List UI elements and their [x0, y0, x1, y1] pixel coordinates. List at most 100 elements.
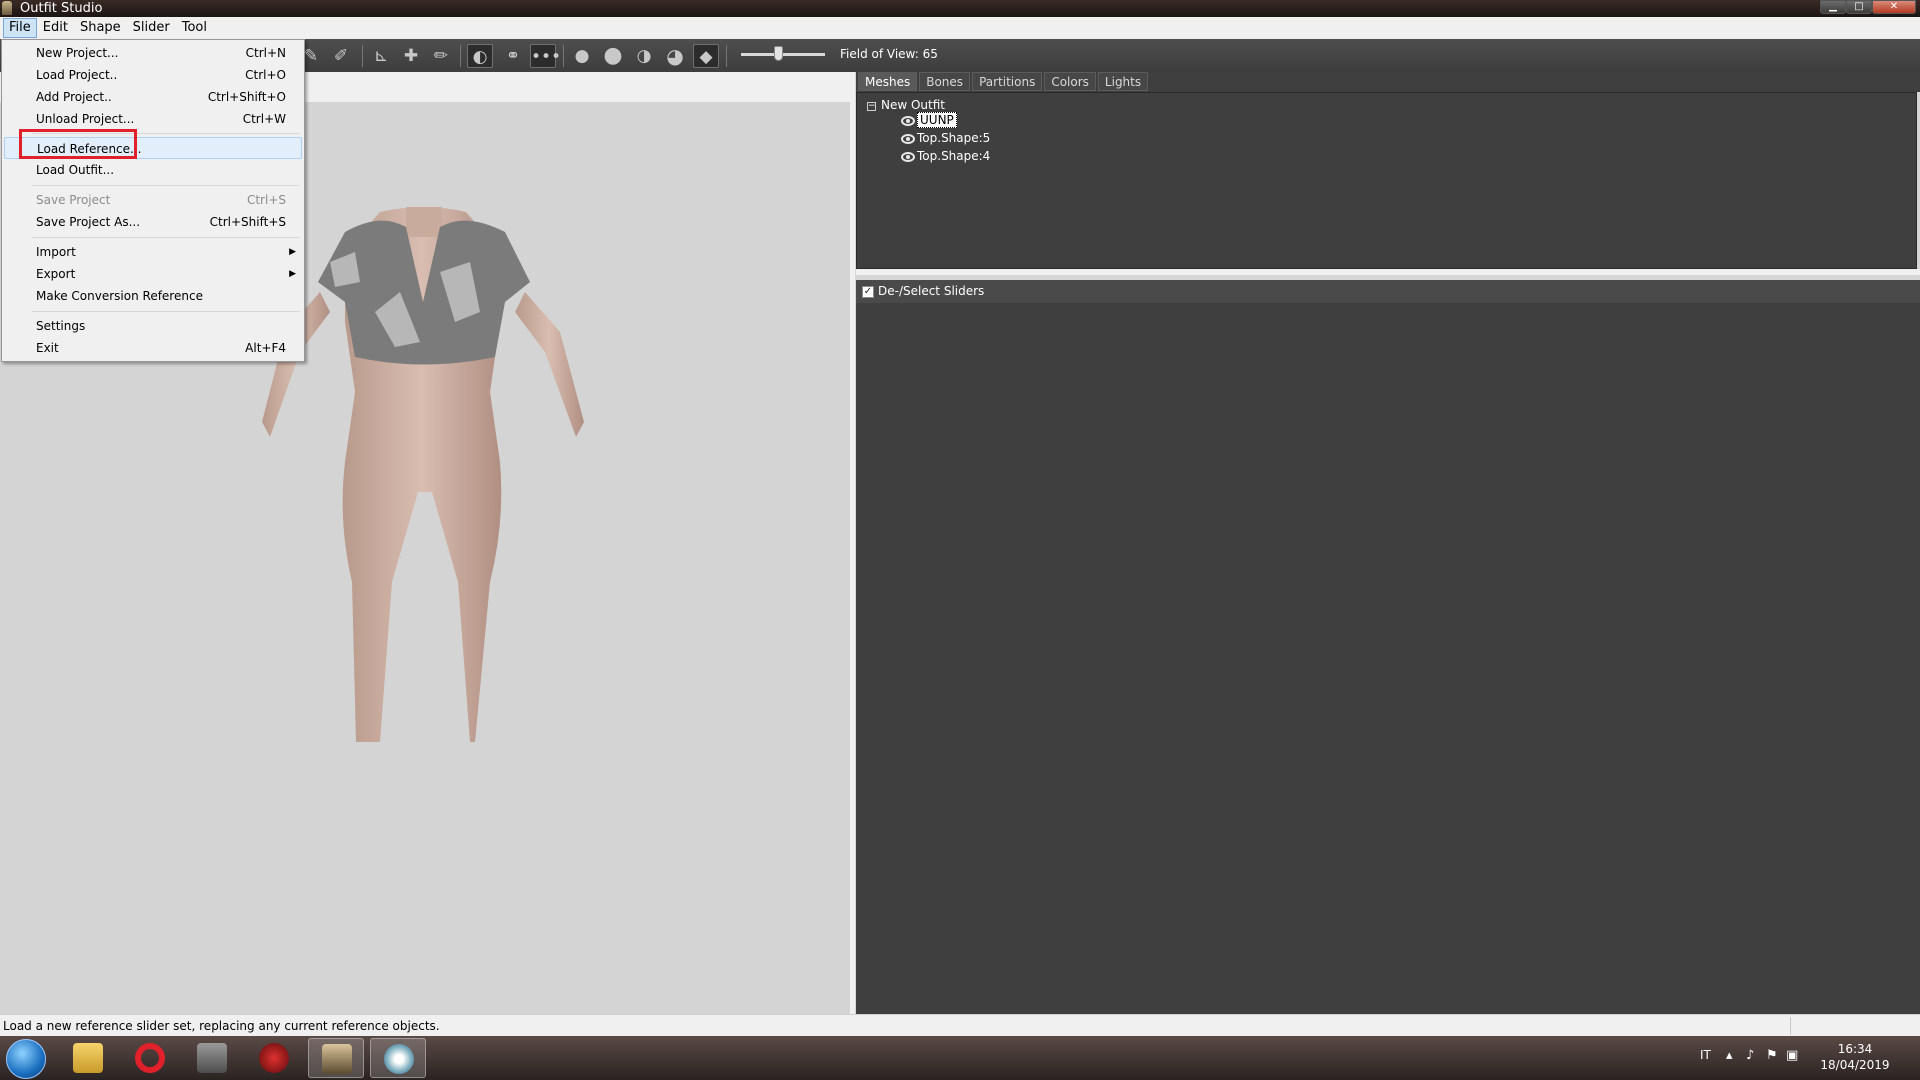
- volume-icon[interactable]: ♪: [1746, 1048, 1754, 1063]
- tree-item-mesh[interactable]: UUNP: [901, 112, 957, 128]
- menu-file[interactable]: File: [3, 18, 37, 38]
- menu-item-settings[interactable]: Settings: [4, 315, 302, 337]
- taskbar-outfit-studio[interactable]: [308, 1038, 364, 1078]
- pen-tool[interactable]: ✐: [328, 44, 354, 68]
- menu-item-shortcut: Ctrl+S: [246, 193, 286, 207]
- tab-meshes[interactable]: Meshes: [858, 72, 918, 91]
- axis-icon: ⊾: [373, 46, 389, 66]
- dots-icon: •••: [531, 47, 562, 67]
- menu-item-load-project[interactable]: Load Project.. Ctrl+O: [4, 64, 302, 86]
- menu-item-label: Unload Project...: [36, 112, 135, 126]
- vertex-edit-tool[interactable]: ✏: [428, 44, 454, 68]
- taskbar-opera[interactable]: [122, 1038, 178, 1078]
- eye-icon[interactable]: [901, 151, 915, 162]
- clock[interactable]: 16:34 18/04/2019: [1820, 1041, 1890, 1073]
- opera-icon: [135, 1043, 165, 1073]
- pin-icon: ✚: [403, 46, 419, 66]
- language-indicator[interactable]: IT: [1700, 1048, 1711, 1062]
- tree-root[interactable]: New Outfit: [881, 97, 945, 113]
- menu-separator: [32, 185, 300, 186]
- tree-item-mesh[interactable]: Top.Shape:4: [901, 148, 990, 164]
- menu-edit[interactable]: Edit: [37, 18, 74, 38]
- menu-item-label: Exit: [36, 341, 59, 355]
- app-icon: [259, 1043, 289, 1073]
- tree-item-mesh[interactable]: Top.Shape:5: [901, 130, 990, 146]
- half-dot-icon: ◑: [636, 46, 652, 66]
- menu-item-save-project[interactable]: Save Project Ctrl+S: [4, 189, 302, 211]
- menu-shape[interactable]: Shape: [74, 18, 127, 38]
- menu-item-label: Load Outfit...: [36, 163, 115, 177]
- fov-slider-thumb[interactable]: [774, 46, 783, 61]
- menu-slider[interactable]: Slider: [127, 18, 176, 38]
- menu-item-label: Save Project As...: [36, 215, 141, 229]
- tab-lights[interactable]: Lights: [1097, 72, 1149, 91]
- full-dot-icon: ◕: [666, 44, 684, 68]
- cube-icon: ◆: [699, 47, 713, 67]
- system-tray: IT ▴ ♪ ⚑ ▣ 16:34 18/04/2019: [1700, 1036, 1900, 1080]
- x-mirror-toggle[interactable]: ◐: [467, 44, 493, 68]
- global-brush-toggle[interactable]: •••: [530, 44, 562, 68]
- file-menu-dropdown: New Project... Ctrl+N Load Project.. Ctrl+…: [1, 39, 305, 362]
- taskbar-paint[interactable]: [370, 1038, 426, 1078]
- tree-root-label: New Outfit: [881, 98, 946, 112]
- menu-item-import[interactable]: Import ▶: [4, 241, 302, 263]
- brush-size-small[interactable]: ●: [569, 44, 595, 68]
- collapse-icon[interactable]: −: [867, 102, 876, 111]
- connected-icon: ⚭: [505, 46, 521, 66]
- toolbar-separator: [563, 45, 564, 67]
- mesh-tree: − New Outfit UUNP Top.Shape:5 Top.Shape:…: [856, 92, 1917, 269]
- transform-tool[interactable]: ⊾: [368, 44, 394, 68]
- menu-bar: File Edit Shape Slider Tool: [0, 17, 1920, 39]
- toolbar-separator: [362, 45, 363, 67]
- pivot-tool[interactable]: ✚: [398, 44, 424, 68]
- film-icon: [197, 1043, 227, 1073]
- brush-strength-high[interactable]: ◕: [662, 44, 688, 68]
- menu-item-load-outfit[interactable]: Load Outfit...: [4, 159, 302, 181]
- menu-item-shortcut: Ctrl+Shift+S: [209, 215, 286, 229]
- maximize-button[interactable]: □: [1846, 0, 1872, 14]
- tab-partitions[interactable]: Partitions: [972, 72, 1043, 91]
- submenu-arrow-icon: ▶: [289, 269, 296, 279]
- toolbar-separator: [460, 45, 461, 67]
- status-bar: Load a new reference slider set, replaci…: [0, 1014, 1920, 1036]
- app-icon: [2, 1, 12, 15]
- start-button[interactable]: [6, 1039, 46, 1079]
- menu-item-exit[interactable]: Exit Alt+F4: [4, 337, 302, 359]
- eye-icon[interactable]: [901, 115, 915, 126]
- small-dot-icon: ●: [574, 46, 590, 66]
- brush-strength-low[interactable]: ◑: [631, 44, 657, 68]
- taskbar-app[interactable]: [246, 1038, 302, 1078]
- brush-size-medium[interactable]: ●: [600, 44, 626, 68]
- network-icon[interactable]: ▣: [1786, 1048, 1798, 1063]
- clock-date: 18/04/2019: [1820, 1058, 1890, 1072]
- large-dot-icon: ●: [603, 43, 623, 68]
- menu-item-shortcut: Alt+F4: [245, 341, 286, 355]
- window-title: Outfit Studio: [20, 1, 103, 16]
- menu-item-export[interactable]: Export ▶: [4, 263, 302, 285]
- view-shaded-toggle[interactable]: ◆: [693, 44, 719, 68]
- taskbar-media[interactable]: [184, 1038, 240, 1078]
- tray-expand-icon[interactable]: ▴: [1726, 1048, 1733, 1063]
- menu-item-add-project[interactable]: Add Project.. Ctrl+Shift+O: [4, 86, 302, 108]
- flag-icon[interactable]: ⚑: [1766, 1048, 1778, 1063]
- panel-divider: [856, 269, 1920, 275]
- fov-slider-track[interactable]: [741, 53, 825, 56]
- menu-item-new-project[interactable]: New Project... Ctrl+N: [4, 42, 302, 64]
- close-button[interactable]: ✕: [1872, 0, 1916, 14]
- menu-item-unload-project[interactable]: Unload Project... Ctrl+W: [4, 108, 302, 130]
- menu-item-shortcut: Ctrl+Shift+O: [207, 90, 286, 104]
- menu-tool[interactable]: Tool: [176, 18, 213, 38]
- tab-bones[interactable]: Bones: [919, 72, 971, 91]
- menu-item-label: Add Project..: [36, 90, 112, 104]
- eye-icon[interactable]: [901, 133, 915, 144]
- taskbar-explorer[interactable]: [60, 1038, 116, 1078]
- panel-splitter[interactable]: [850, 72, 855, 1014]
- connected-only-toggle[interactable]: ⚭: [500, 44, 526, 68]
- minimize-button[interactable]: ▁: [1820, 0, 1846, 14]
- menu-item-make-conversion-reference[interactable]: Make Conversion Reference: [4, 285, 302, 307]
- menu-item-save-project-as[interactable]: Save Project As... Ctrl+Shift+S: [4, 211, 302, 233]
- select-sliders-checkbox[interactable]: ✓: [862, 285, 874, 298]
- mirror-icon: ◐: [472, 47, 488, 67]
- submenu-arrow-icon: ▶: [289, 247, 296, 257]
- tab-colors[interactable]: Colors: [1044, 72, 1096, 91]
